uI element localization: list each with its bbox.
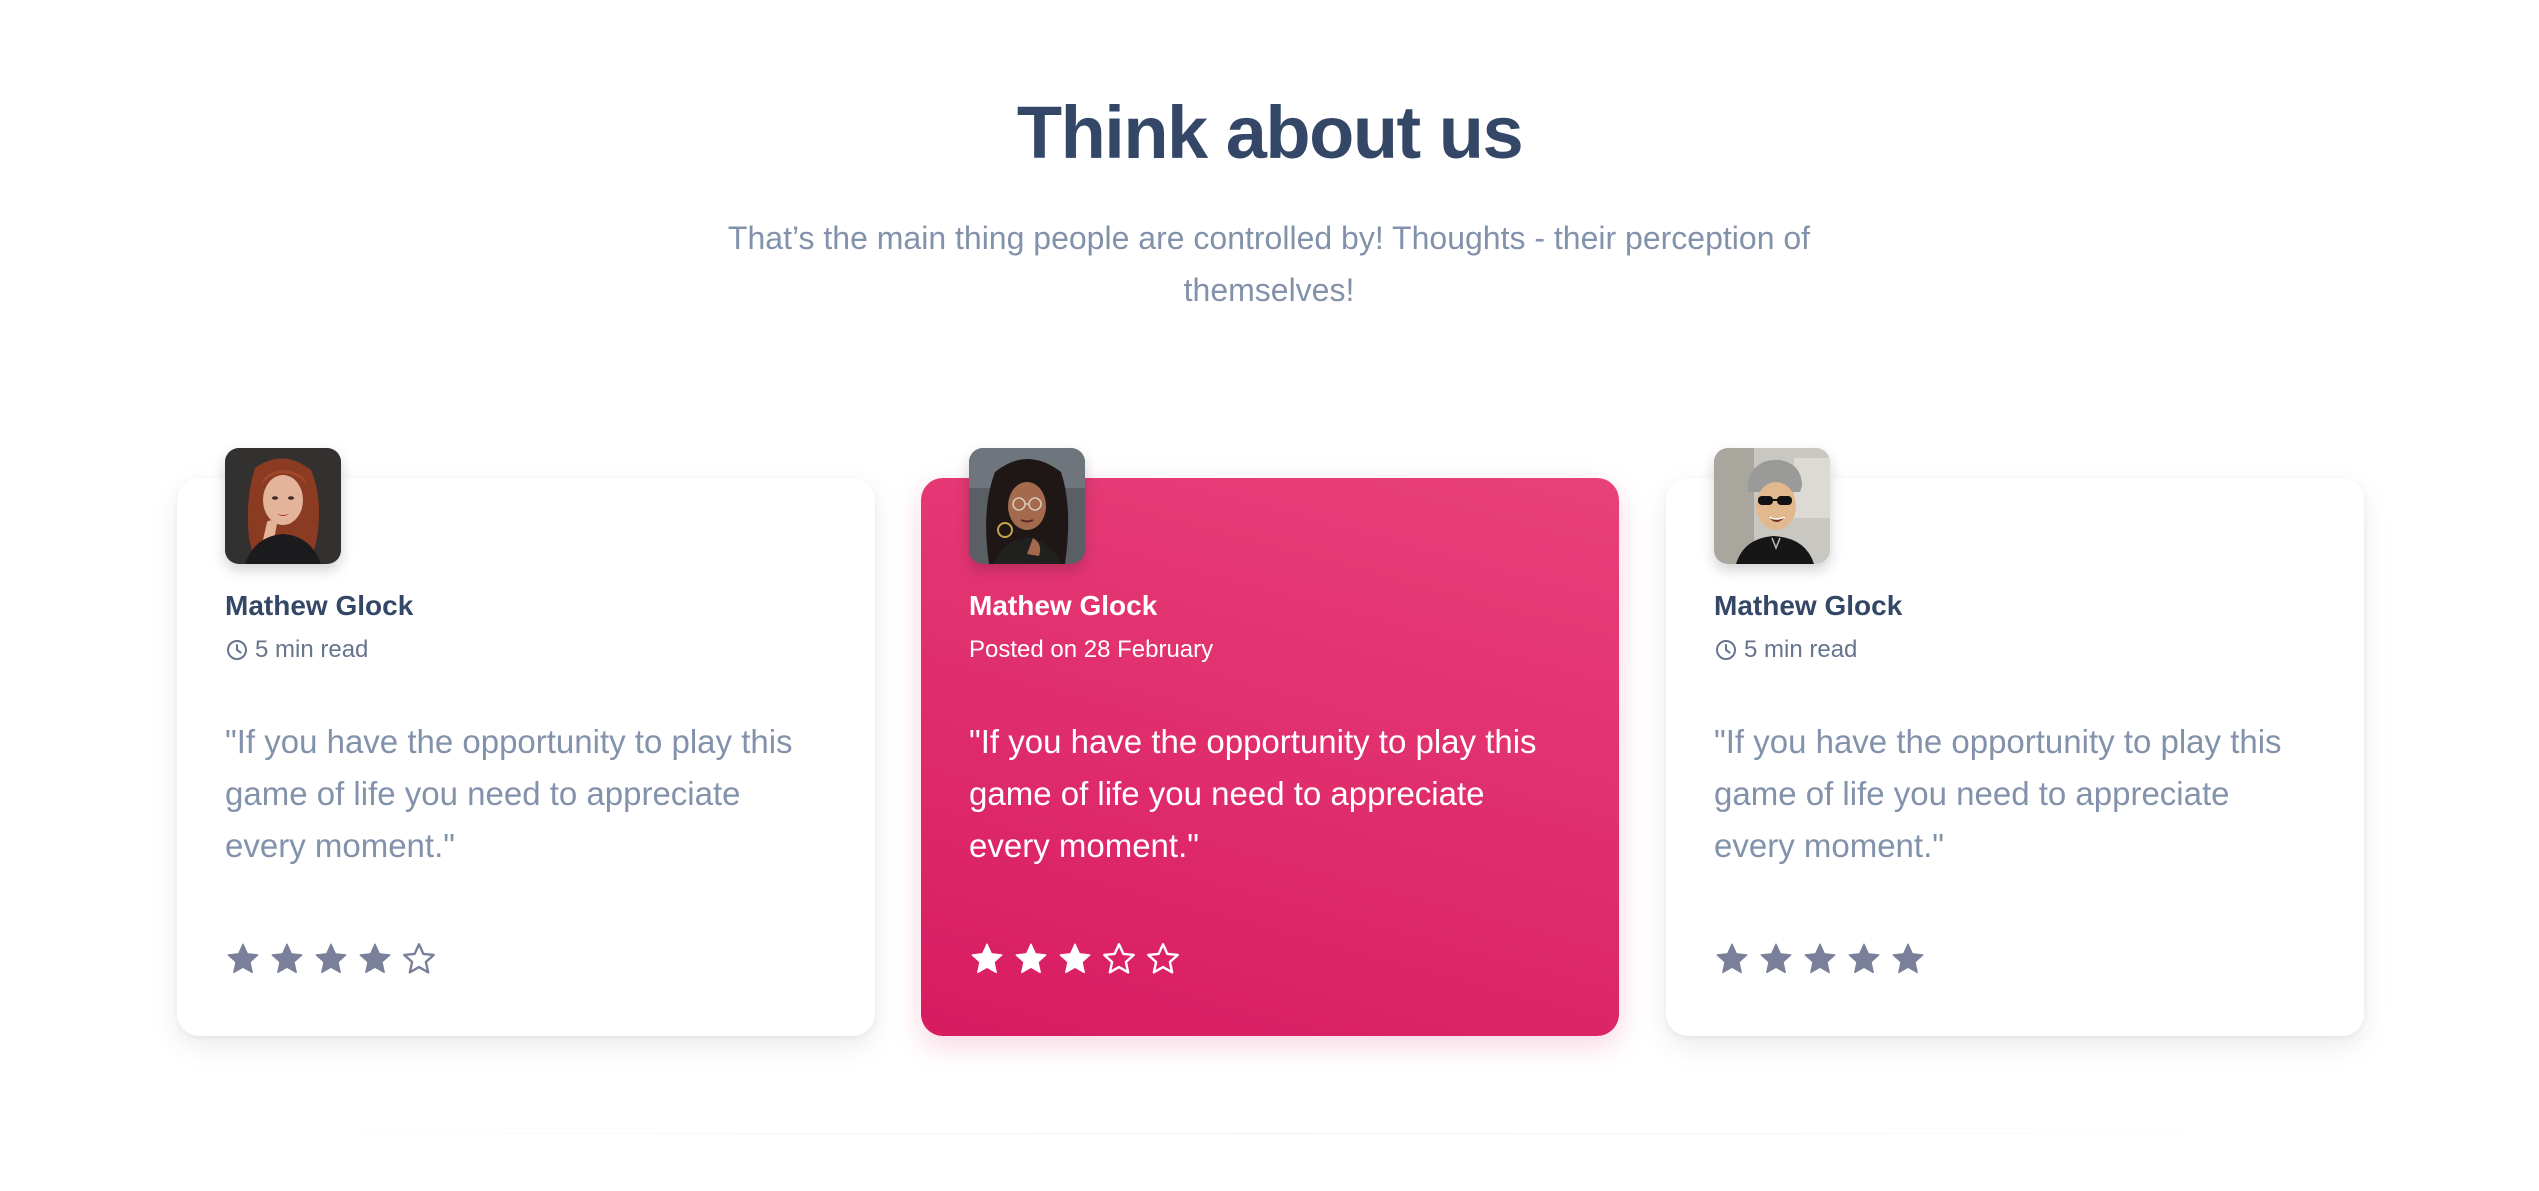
author-name[interactable]: Mathew Glock bbox=[1714, 588, 1902, 624]
testimonial-quote: "If you have the opportunity to play thi… bbox=[1714, 723, 2282, 864]
avatar[interactable] bbox=[225, 448, 341, 564]
star-filled-icon bbox=[1804, 943, 1836, 974]
clock-icon bbox=[1716, 640, 1736, 660]
star-outline-icon bbox=[1147, 943, 1179, 974]
star-filled-icon bbox=[1848, 943, 1880, 974]
section-subtitle: That’s the main thing people are control… bbox=[727, 220, 1811, 308]
posted-date: Posted on 28 February bbox=[969, 636, 1214, 663]
star-filled-icon bbox=[1892, 943, 1924, 974]
star-outline-icon bbox=[403, 943, 435, 974]
avatar[interactable] bbox=[1714, 448, 1830, 564]
star-filled-icon bbox=[1760, 943, 1792, 974]
meta-line: 5 min read bbox=[1714, 634, 1857, 666]
author-name[interactable]: Mathew Glock bbox=[969, 588, 1157, 624]
star-filled-icon bbox=[271, 943, 303, 974]
testimonial-quote: "If you have the opportunity to play thi… bbox=[969, 723, 1537, 864]
section-title: Think about us bbox=[1016, 91, 1524, 174]
star-filled-icon bbox=[359, 943, 391, 974]
meta-line: 5 min read bbox=[225, 634, 368, 666]
meta-line: Posted on 28 February bbox=[969, 634, 1213, 666]
star-filled-icon bbox=[227, 943, 259, 974]
testimonial-card: Mathew Glock 5 min read "If you have the… bbox=[1666, 448, 2364, 1036]
star-filled-icon bbox=[1015, 943, 1047, 974]
star-filled-icon bbox=[1059, 943, 1091, 974]
star-filled-icon bbox=[971, 943, 1003, 974]
author-name[interactable]: Mathew Glock bbox=[225, 588, 413, 624]
star-outline-icon bbox=[1103, 943, 1135, 974]
testimonial-quote: "If you have the opportunity to play thi… bbox=[225, 723, 793, 864]
testimonial-card-featured: Mathew Glock Posted on 28 February "If y… bbox=[921, 448, 1619, 1036]
testimonials-section: Think about us That’s the main thing peo… bbox=[0, 0, 2539, 1191]
read-time: 5 min read bbox=[1744, 636, 1858, 663]
star-rating bbox=[969, 941, 1181, 977]
clock-icon bbox=[227, 640, 247, 660]
star-rating bbox=[1714, 941, 1926, 977]
testimonial-card: Mathew Glock 5 min read "If you have the… bbox=[177, 448, 875, 1036]
avatar[interactable] bbox=[969, 448, 1085, 564]
section-divider bbox=[177, 1133, 2362, 1134]
star-rating bbox=[225, 941, 437, 977]
star-filled-icon bbox=[315, 943, 347, 974]
read-time: 5 min read bbox=[255, 636, 369, 663]
star-filled-icon bbox=[1716, 943, 1748, 974]
